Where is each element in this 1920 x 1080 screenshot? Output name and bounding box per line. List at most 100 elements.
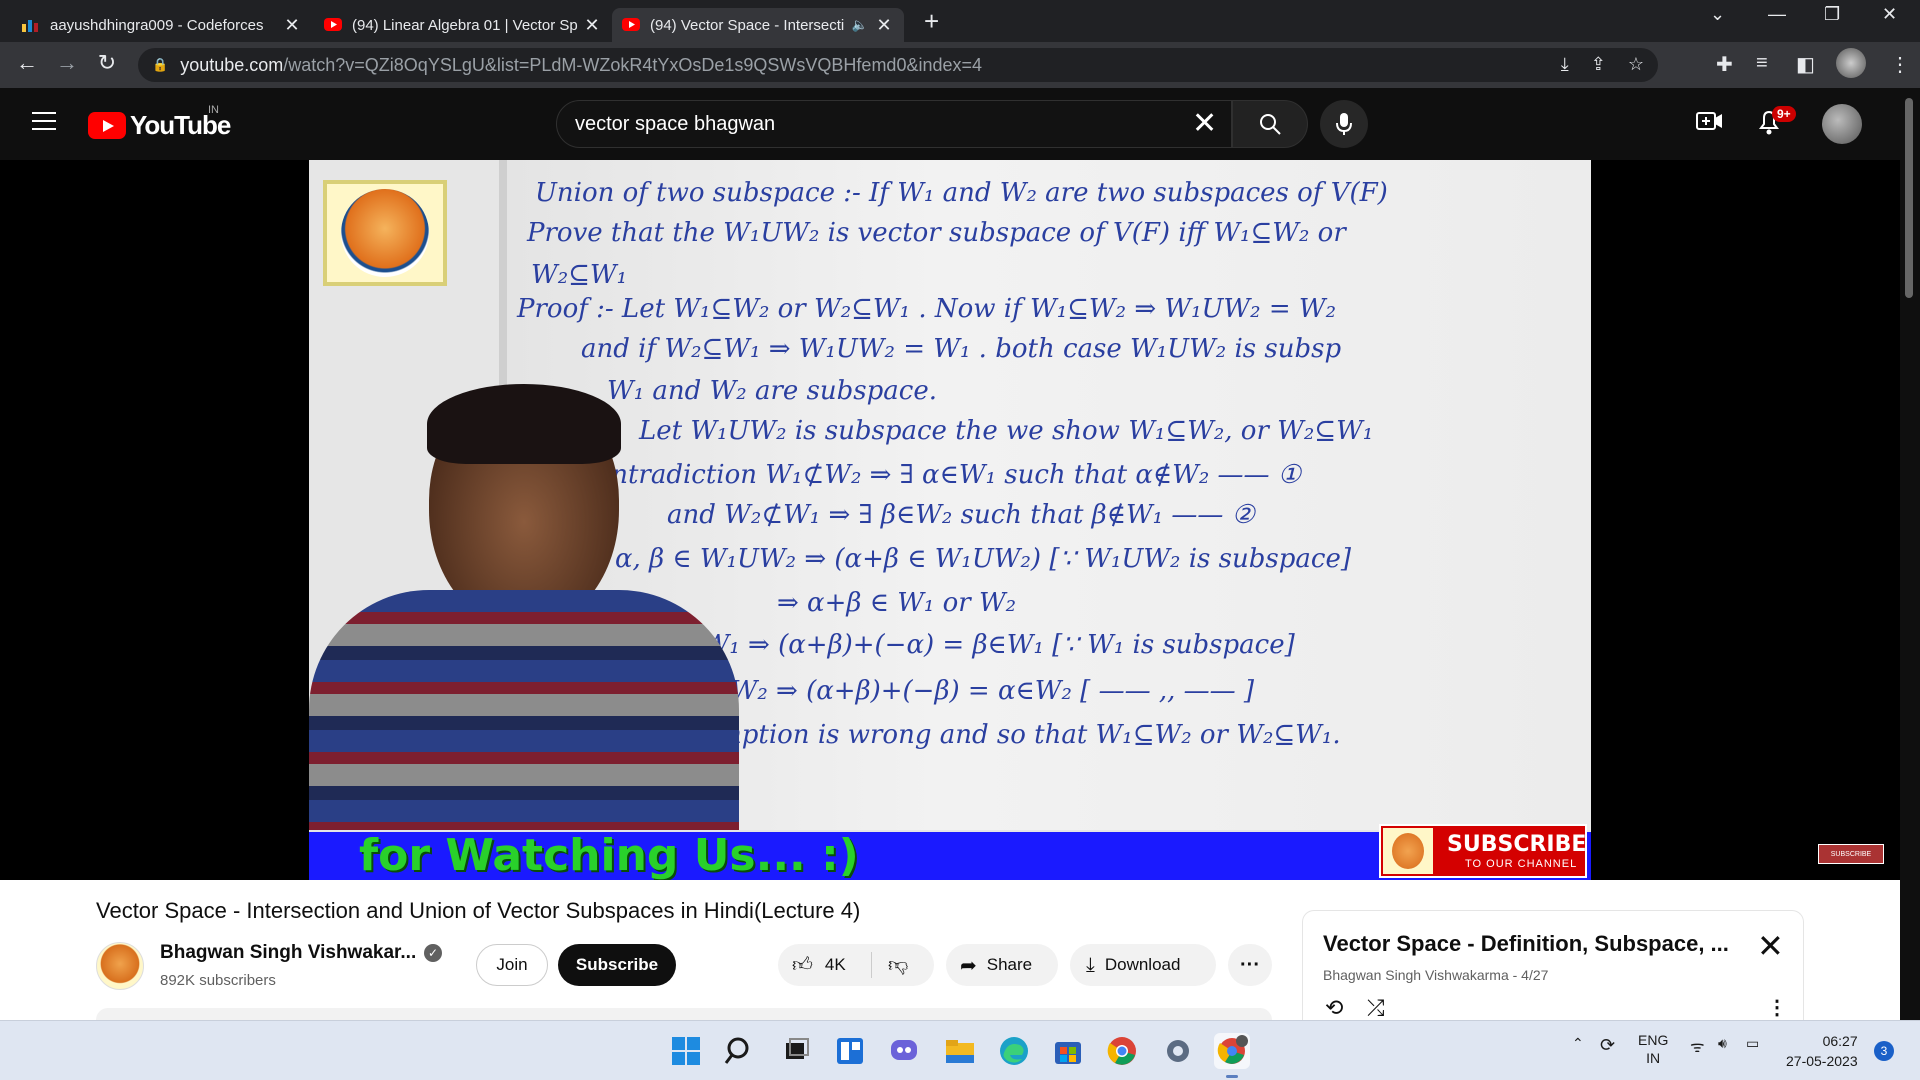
edge-icon[interactable] <box>996 1033 1032 1069</box>
close-icon[interactable]: ✕ <box>282 15 302 36</box>
close-icon[interactable]: ✕ <box>874 15 894 36</box>
playlist-title[interactable]: Vector Space - Definition, Subspace, ... <box>1323 931 1729 957</box>
system-clock[interactable]: 06:27 27-05-2023 <box>1786 1031 1858 1071</box>
language-indicator[interactable]: ENG IN <box>1638 1031 1668 1067</box>
clear-search-icon[interactable]: ✕ <box>1192 106 1217 141</box>
channel-avatar[interactable] <box>96 942 144 990</box>
back-icon[interactable]: ← <box>12 50 42 76</box>
subscribe-button[interactable]: Subscribe <box>558 944 676 986</box>
youtube-icon <box>622 18 640 32</box>
search-icon[interactable] <box>722 1033 758 1069</box>
tab-vector-space[interactable]: (94) Vector Space - Intersecti 🔈 ✕ <box>612 8 904 42</box>
install-app-icon[interactable]: ⤓ <box>1561 54 1569 75</box>
join-button[interactable]: Join <box>476 944 548 986</box>
microphone-icon <box>1336 113 1352 135</box>
thumbs-up-icon: 👍︎ <box>792 954 813 976</box>
forward-icon[interactable]: → <box>52 50 82 76</box>
lock-icon[interactable]: 🔒 <box>152 57 168 73</box>
audio-playing-icon[interactable]: 🔈 <box>852 17 868 33</box>
video-frame[interactable]: Union of two subspace :- If W₁ and W₂ ar… <box>309 160 1591 880</box>
verified-check-icon: ✓ <box>424 944 442 962</box>
menu-icon[interactable] <box>32 112 56 130</box>
region-code: IN <box>208 104 219 116</box>
minimize-button[interactable]: — <box>1768 4 1786 25</box>
board-line: and if W₂⊆W₁ ⇒ W₁UW₂ = W₁ . both case W₁… <box>581 334 1342 364</box>
tab-codeforces[interactable]: aayushdhingra009 - Codeforces ✕ <box>12 8 312 42</box>
share-button[interactable]: ➦ Share <box>946 944 1058 986</box>
widgets-icon[interactable] <box>832 1033 868 1069</box>
profile-avatar[interactable] <box>1836 48 1866 78</box>
bookmark-star-icon[interactable]: ☆ <box>1628 54 1644 75</box>
board-line: and W₂⊄W₁ ⇒ ∃ β∈W₂ such that β∉W₁ —— ② <box>667 500 1255 530</box>
board-line: Let W₁UW₂ is subspace the we show W₁⊆W₂,… <box>639 416 1374 446</box>
like-count: 4K <box>824 955 846 974</box>
restore-button[interactable]: ❐ <box>1824 4 1840 25</box>
download-label: Download <box>1104 955 1181 974</box>
vivekananda-portrait-logo <box>323 180 447 286</box>
close-icon[interactable]: ✕ <box>1757 927 1784 965</box>
more-actions-button[interactable]: ··· <box>1228 944 1272 986</box>
url-field[interactable]: 🔒 youtube.com/watch?v=QZi8OqYSLgU&list=P… <box>138 48 1658 82</box>
share-page-icon[interactable]: ⇪ <box>1591 54 1606 75</box>
page-scrollbar[interactable] <box>1900 88 1920 880</box>
overlay-channel-text: TO OUR CHANNEL <box>1465 858 1578 870</box>
board-line: ⇒ α+β ∈ W₁ or W₂ <box>777 588 1017 618</box>
chat-icon[interactable] <box>886 1033 922 1069</box>
windows-taskbar: ⌃ ⟳ ENG IN ᯤ 🔊︎ ▭ 06:27 27-05-2023 3 <box>0 1020 1920 1080</box>
download-button[interactable]: ⤓ Download <box>1070 944 1216 986</box>
description-box[interactable] <box>96 1008 1272 1020</box>
browser-tab-bar: aayushdhingra009 - Codeforces ✕ (94) Lin… <box>0 0 1920 42</box>
clock-date: 27-05-2023 <box>1786 1053 1858 1069</box>
shuffle-icon[interactable]: ⤮ <box>1367 995 1385 1021</box>
codeforces-icon <box>22 18 40 32</box>
loop-icon[interactable]: ⟲ <box>1325 995 1343 1021</box>
store-icon[interactable] <box>1050 1033 1086 1069</box>
youtube-logo[interactable]: YouTube IN <box>88 104 231 141</box>
dislike-button[interactable]: 👎︎ <box>872 953 908 977</box>
sync-icon[interactable]: ⟳ <box>1600 1035 1615 1056</box>
notification-badge: 9+ <box>1772 106 1796 122</box>
chrome-profile-icon[interactable] <box>1214 1033 1250 1078</box>
scrollbar-thumb[interactable] <box>1905 98 1913 298</box>
like-button[interactable]: 👍︎ 4K <box>778 952 872 978</box>
side-panel-icon[interactable]: ◧ <box>1796 52 1815 77</box>
battery-icon[interactable]: ▭ <box>1746 1035 1759 1052</box>
create-video-icon[interactable] <box>1696 110 1724 138</box>
url-path: /watch?v=QZi8OqYSLgU&list=PLdM-WZokR4tYx… <box>283 54 983 75</box>
volume-icon[interactable]: 🔊︎ <box>1718 1035 1727 1052</box>
media-controls-icon[interactable]: ≡ <box>1756 52 1768 75</box>
notification-count-badge[interactable]: 3 <box>1874 1041 1894 1061</box>
account-avatar[interactable] <box>1822 104 1862 144</box>
start-icon[interactable] <box>668 1033 704 1069</box>
task-view-icon[interactable] <box>778 1033 814 1069</box>
voice-search-button[interactable] <box>1320 100 1368 148</box>
reload-icon[interactable]: ↻ <box>92 50 122 76</box>
overlay-subscribe-text: SUBSCRIBE <box>1447 832 1587 857</box>
browser-menu-icon[interactable]: ⋮ <box>1890 52 1910 77</box>
more-options-icon[interactable]: ⋮ <box>1767 995 1787 1020</box>
tab-title: (94) Linear Algebra 01 | Vector Sp <box>352 16 578 34</box>
tab-search-icon[interactable]: ⌄ <box>1710 4 1725 25</box>
share-label: Share <box>986 955 1033 974</box>
branding-watermark[interactable]: SUBSCRIBE <box>1818 844 1884 864</box>
search-input[interactable]: vector space bhagwan <box>556 100 1232 148</box>
show-hidden-icons[interactable]: ⌃ <box>1572 1035 1584 1052</box>
search-button[interactable] <box>1232 100 1308 148</box>
close-icon[interactable]: ✕ <box>582 15 602 36</box>
settings-gear-icon[interactable] <box>1160 1033 1196 1069</box>
new-tab-button[interactable]: + <box>924 6 939 37</box>
playlist-panel: Vector Space - Definition, Subspace, ...… <box>1302 910 1804 1020</box>
close-window-button[interactable]: ✕ <box>1882 4 1897 25</box>
tab-title: (94) Vector Space - Intersecti <box>650 16 845 34</box>
file-explorer-icon[interactable] <box>942 1033 978 1069</box>
playlist-meta[interactable]: Bhagwan Singh Vishwakarma - 4/27 <box>1323 967 1548 983</box>
channel-name[interactable]: Bhagwan Singh Vishwakar... <box>160 942 416 964</box>
tab-linear-algebra[interactable]: (94) Linear Algebra 01 | Vector Sp ✕ <box>314 8 612 42</box>
extensions-icon[interactable]: ✚ <box>1716 52 1733 77</box>
subscriber-count: 892K subscribers <box>160 972 276 989</box>
wifi-icon[interactable]: ᯤ <box>1690 1035 1705 1057</box>
thumbs-down-icon: 👎︎ <box>888 954 909 976</box>
video-player[interactable]: Union of two subspace :- If W₁ and W₂ ar… <box>0 160 1900 880</box>
board-line: Proof :- Let W₁⊆W₂ or W₂⊆W₁ . Now if W₁⊆… <box>517 294 1337 324</box>
chrome-icon[interactable] <box>1104 1033 1140 1069</box>
